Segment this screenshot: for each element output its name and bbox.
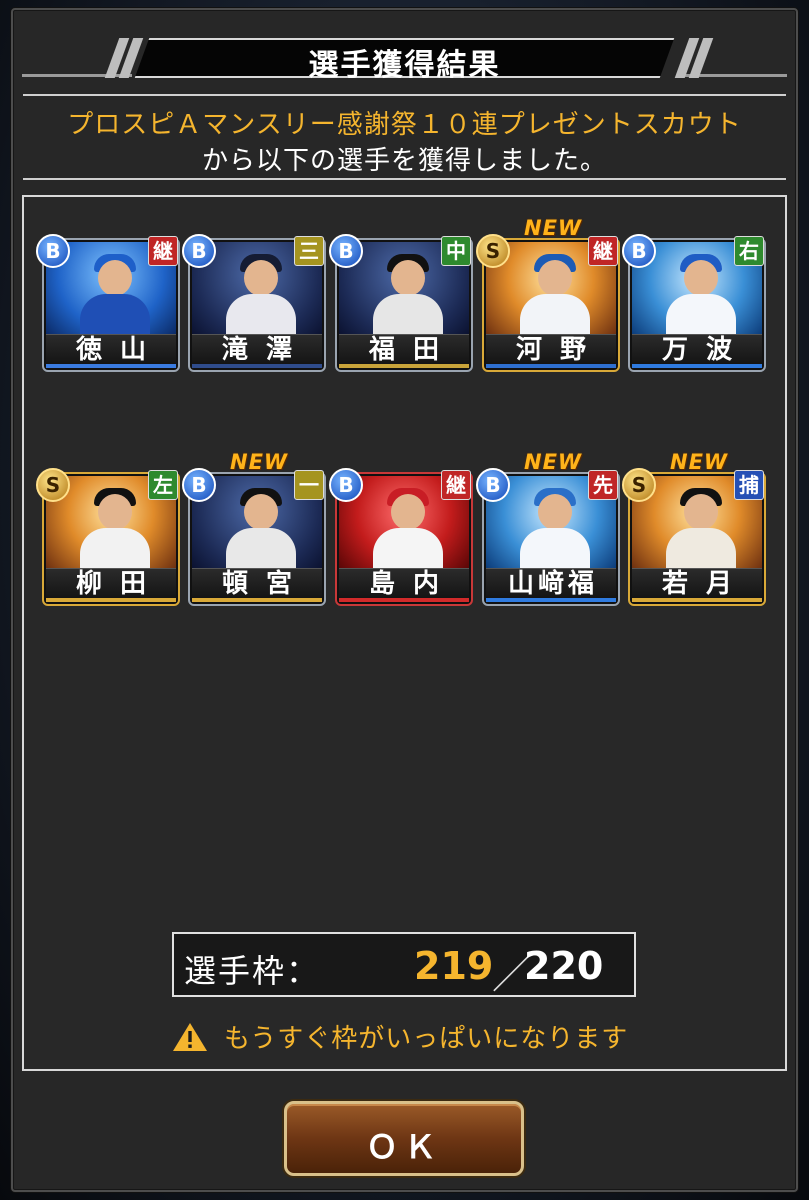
position-badge: 継	[588, 236, 618, 266]
rank-badge: B	[329, 468, 363, 502]
page-title: 選手獲得結果	[308, 48, 501, 83]
position-badge: 継	[148, 236, 178, 266]
rank-badge: S	[622, 468, 656, 502]
position-badge: 一	[294, 470, 324, 500]
player-name: 福田	[368, 335, 457, 365]
player-name: 柳田	[75, 569, 164, 599]
player-card[interactable]: 万波 B 右	[622, 234, 766, 372]
player-name: 万波	[661, 335, 750, 365]
new-badge: NEW	[524, 450, 583, 474]
rank-badge: B	[622, 234, 656, 268]
new-badge: NEW	[230, 450, 289, 474]
roster-label: 選手枠：	[184, 952, 321, 990]
player-card[interactable]: 島内 B 継	[329, 468, 473, 606]
roster-max: 220	[524, 944, 604, 988]
player-name: 河野	[515, 335, 604, 365]
player-card[interactable]: 柳田 S 左	[36, 468, 180, 606]
rank-badge: B	[36, 234, 70, 268]
ok-button[interactable]: ＯＫ	[284, 1101, 524, 1176]
player-name: 島内	[368, 569, 457, 599]
player-card[interactable]: 福田 B 中	[329, 234, 473, 372]
player-card[interactable]: 若月 NEW S 捕	[622, 450, 766, 606]
player-name: 山﨑福	[507, 569, 598, 599]
roster-counter: 選手枠： 219 ／ 220	[172, 932, 636, 997]
warning-text: もうすぐ枠がいっぱいになります	[224, 1024, 629, 1054]
roster-current: 219	[414, 944, 494, 988]
player-card[interactable]: 頓宮 NEW B 一	[182, 450, 326, 606]
player-name: 頓宮	[221, 569, 310, 599]
roster-warning: もうすぐ枠がいっぱいになります	[172, 1016, 652, 1054]
position-badge: 左	[148, 470, 178, 500]
position-badge: 捕	[734, 470, 764, 500]
new-badge: NEW	[670, 450, 729, 474]
player-name: 滝澤	[221, 335, 310, 365]
position-badge: 右	[734, 236, 764, 266]
rank-badge: B	[329, 234, 363, 268]
position-badge: 中	[441, 236, 471, 266]
player-name: 若月	[661, 569, 750, 599]
divider	[23, 178, 786, 180]
dialog-header: 選手獲得結果	[22, 34, 787, 83]
position-badge: 三	[294, 236, 324, 266]
divider	[23, 94, 786, 96]
ok-button-label: ＯＫ	[365, 1128, 442, 1166]
position-badge: 継	[441, 470, 471, 500]
rank-badge: B	[182, 234, 216, 268]
new-badge: NEW	[524, 216, 583, 240]
player-name: 徳山	[75, 335, 164, 365]
player-card[interactable]: 河野 NEW S 継	[476, 216, 620, 372]
position-badge: 先	[588, 470, 618, 500]
warning-icon	[173, 1023, 207, 1051]
player-card[interactable]: 滝澤 B 三	[182, 234, 326, 372]
rank-badge: B	[476, 468, 510, 502]
player-card[interactable]: 徳山 B 継	[36, 234, 180, 372]
result-message: から以下の選手を獲得しました。	[201, 146, 607, 176]
rank-badge: B	[182, 468, 216, 502]
player-card[interactable]: 山﨑福 NEW B 先	[476, 450, 620, 606]
scout-name: プロスピＡマンスリー感謝祭１０連プレゼントスカウト	[67, 110, 742, 140]
rank-badge: S	[476, 234, 510, 268]
rank-badge: S	[36, 468, 70, 502]
